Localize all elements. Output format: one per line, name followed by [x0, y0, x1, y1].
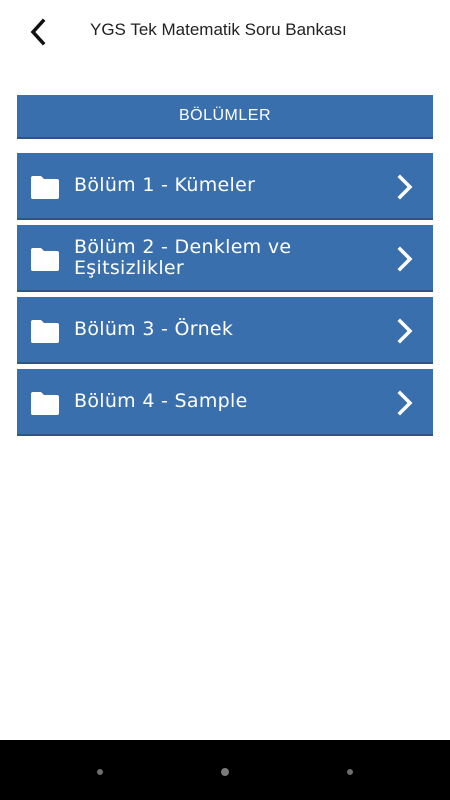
chevron-right-icon: [397, 174, 413, 200]
chapter-label: Bölüm 4 - Sample: [74, 390, 248, 412]
back-button[interactable]: [20, 14, 56, 50]
chapter-list: Bölüm 1 - Kümeler Bölüm 2 - Denklem ve E…: [17, 153, 433, 441]
chapter-item-3[interactable]: Bölüm 3 - Örnek: [17, 297, 433, 364]
section-header: BÖLÜMLER: [17, 95, 433, 139]
chapter-item-4[interactable]: Bölüm 4 - Sample: [17, 369, 433, 436]
chapter-item-2[interactable]: Bölüm 2 - Denklem ve Eşitsizlikler: [17, 225, 433, 292]
app-bar: YGS Tek Matematik Soru Bankası: [0, 0, 450, 66]
system-nav-bar: [0, 740, 450, 800]
chapter-label: Bölüm 3 - Örnek: [74, 318, 234, 340]
folder-icon: [31, 248, 59, 271]
nav-recents-button[interactable]: [347, 769, 353, 775]
chevron-left-icon: [30, 18, 46, 46]
chevron-right-icon: [397, 246, 413, 272]
chevron-right-icon: [397, 390, 413, 416]
folder-icon: [31, 176, 59, 199]
folder-icon: [31, 320, 59, 343]
page-title: YGS Tek Matematik Soru Bankası: [90, 20, 347, 39]
nav-home-button[interactable]: [221, 768, 229, 776]
nav-back-button[interactable]: [97, 769, 103, 775]
chevron-right-icon: [397, 318, 413, 344]
chapter-label: Bölüm 2 - Denklem ve Eşitsizlikler: [74, 235, 292, 279]
chapter-item-1[interactable]: Bölüm 1 - Kümeler: [17, 153, 433, 220]
folder-icon: [31, 392, 59, 415]
chapter-label: Bölüm 1 - Kümeler: [74, 174, 256, 196]
